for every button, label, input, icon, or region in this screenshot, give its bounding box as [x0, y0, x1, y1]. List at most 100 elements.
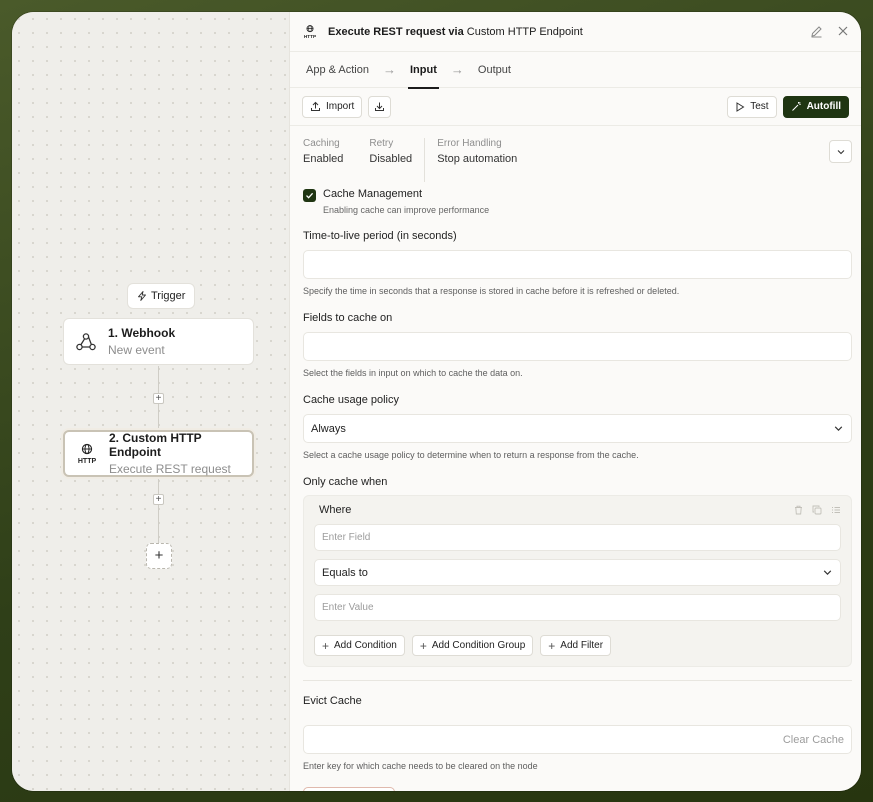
trigger-button[interactable]: Trigger [127, 283, 196, 309]
add-condition-button[interactable]: + Add Condition [314, 635, 405, 656]
usage-policy-hint: Select a cache usage policy to determine… [303, 450, 639, 460]
evict-cache-label: Evict Cache [303, 695, 362, 707]
plus-icon: + [419, 638, 427, 653]
node-title: 2. Custom HTTP Endpoint [109, 431, 202, 459]
edit-icon[interactable] [810, 25, 823, 38]
chevron-down-icon [833, 423, 844, 434]
summary-value: Stop automation [437, 153, 518, 165]
connector-line [158, 479, 159, 543]
close-icon[interactable] [837, 25, 849, 38]
add-node-button[interactable]: + [146, 543, 172, 569]
panel-toolbar: Import Test Autofill [290, 88, 861, 126]
ttl-input[interactable] [303, 250, 852, 279]
plus-icon: + [548, 638, 556, 653]
node-subtitle: Execute REST request [109, 462, 231, 476]
svg-text:HTTP: HTTP [304, 34, 316, 39]
summary-key: Error Handling [437, 138, 502, 149]
add-filter-label: Add Filter [560, 640, 604, 651]
chevron-down-icon [822, 567, 833, 578]
panel-header: HTTP Execute REST request via Custom HTT… [290, 12, 861, 52]
clear-cache-button[interactable]: Clear Cache [783, 734, 844, 746]
add-condition-group-label: Add Condition Group [431, 640, 526, 651]
cache-management-title: Cache Management [323, 188, 423, 200]
panel-content: Cache Management Enabling cache can impr… [290, 188, 861, 771]
add-condition-label: Add Condition [334, 640, 397, 651]
test-label: Test [750, 101, 769, 112]
section-divider [303, 680, 852, 681]
summary-key: Retry [369, 138, 394, 149]
add-step-button[interactable]: + [153, 393, 164, 404]
panel-title-action: Execute REST request via [328, 25, 464, 38]
only-cache-when-label: Only cache when [303, 476, 388, 488]
cache-management-subtitle: Enabling cache can improve performance [323, 205, 490, 215]
condition-builder: Where Enter Field Equals to Enter Value … [303, 495, 852, 667]
add-condition-group-button[interactable]: + Add Condition Group [411, 635, 534, 656]
cache-management-row: Cache Management Enabling cache can impr… [303, 188, 852, 215]
tab-app-action[interactable]: App & Action [306, 52, 369, 88]
arrow-right-icon: → [383, 62, 396, 77]
add-filter-button[interactable]: + Add Filter [540, 635, 612, 656]
play-icon [735, 101, 745, 112]
condition-operator-select[interactable]: Equals to [314, 559, 841, 586]
where-header: Where [314, 504, 841, 516]
evict-cache-input[interactable]: Clear Cache [303, 725, 852, 754]
webhook-icon [74, 332, 98, 352]
upload-icon [310, 101, 321, 112]
summary-value: Enabled [303, 153, 344, 165]
copy-icon[interactable] [812, 505, 822, 515]
panel-title-app: Custom HTTP Endpoint [466, 25, 583, 38]
summary-key: Caching [303, 138, 340, 149]
import-label: Import [326, 101, 355, 112]
usage-policy-label: Cache usage policy [303, 394, 400, 406]
field-placeholder: Enter Field [322, 532, 371, 543]
partial-button[interactable] [303, 787, 395, 791]
fields-to-cache-input[interactable] [303, 332, 852, 361]
node-config-panel: HTTP Execute REST request via Custom HTT… [289, 12, 861, 791]
operator-value: Equals to [322, 566, 368, 579]
ttl-label: Time-to-live period (in seconds) [303, 230, 457, 242]
plus-icon: + [322, 638, 330, 653]
settings-summary: Caching Enabled Retry Disabled Error Han… [290, 126, 861, 182]
panel-tabs: App & Action → Input → Output [290, 52, 861, 89]
download-button[interactable] [368, 95, 392, 118]
import-button[interactable]: Import [302, 95, 363, 118]
list-icon[interactable] [831, 505, 841, 515]
condition-actions: + Add Condition + Add Condition Group + … [314, 635, 841, 656]
test-button[interactable]: Test [727, 95, 777, 118]
chevron-down-icon [836, 147, 846, 157]
expand-settings-button[interactable] [829, 140, 852, 163]
node-custom-http-endpoint[interactable]: HTTP 2. Custom HTTP Endpoint Execute RES… [63, 430, 254, 477]
summary-retry: Retry Disabled [369, 138, 412, 182]
summary-caching: Caching Enabled [303, 138, 343, 182]
app-frame: Trigger 1. Webhook New event + HTTP 2. C… [12, 12, 861, 791]
tab-output[interactable]: Output [478, 52, 511, 88]
node-webhook[interactable]: 1. Webhook New event [63, 318, 254, 365]
http-icon: HTTP [75, 443, 99, 465]
tab-input[interactable]: Input [408, 52, 439, 89]
node-title: 1. Webhook [108, 326, 176, 340]
where-label: Where [319, 504, 352, 516]
fields-to-cache-hint: Select the fields in input on which to c… [303, 368, 523, 378]
autofill-label: Autofill [806, 101, 841, 112]
trash-icon[interactable] [794, 505, 803, 515]
panel-title: Execute REST request via Custom HTTP End… [328, 26, 583, 38]
usage-policy-value: Always [311, 422, 346, 435]
cache-management-checkbox[interactable] [303, 189, 316, 202]
check-icon [305, 191, 314, 200]
http-icon: HTTP [302, 24, 318, 40]
fields-to-cache-label: Fields to cache on [303, 312, 393, 324]
summary-error-handling: Error Handling Stop automation [424, 138, 517, 182]
autofill-button[interactable]: Autofill [782, 95, 849, 118]
trigger-label: Trigger [151, 290, 186, 302]
arrow-right-icon: → [450, 62, 464, 77]
add-step-button[interactable]: + [153, 494, 164, 505]
magic-wand-icon [791, 101, 802, 112]
condition-field-input[interactable]: Enter Field [314, 524, 841, 551]
usage-policy-select[interactable]: Always [303, 414, 852, 443]
value-placeholder: Enter Value [322, 602, 374, 613]
workflow-canvas[interactable]: Trigger 1. Webhook New event + HTTP 2. C… [12, 12, 289, 791]
condition-value-input[interactable]: Enter Value [314, 594, 841, 621]
lightning-icon [137, 291, 147, 301]
download-icon [374, 101, 385, 112]
svg-text:HTTP: HTTP [78, 458, 97, 465]
